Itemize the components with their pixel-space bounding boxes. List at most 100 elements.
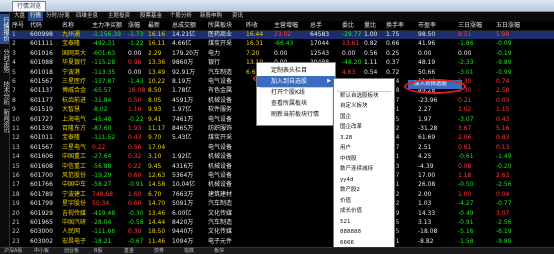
- table-cell: 16.16: [148, 31, 166, 38]
- top-tab[interactable]: 四维全息: [74, 12, 100, 21]
- bottom-tab[interactable]: 指数: [184, 248, 194, 254]
- table-cell: -1.22: [128, 40, 144, 48]
- table-row[interactable]: 14601606中国重工-27.640.323.101.92亿机械设备1.014…: [10, 153, 554, 161]
- bottom-tab[interactable]: 板块: [214, 248, 224, 254]
- top-tab[interactable]: 大盘: [12, 12, 27, 21]
- column-header[interactable]: 五日涨幅: [496, 21, 520, 30]
- table-cell: 601111: [30, 40, 53, 48]
- bottom-tab[interactable]: 债券: [154, 248, 164, 254]
- submenu-item[interactable]: 数产股2: [334, 186, 394, 195]
- table-cell: 9440万: [172, 228, 194, 236]
- table-cell: -1.43: [128, 78, 144, 85]
- top-tab[interactable]: 分时/分笔: [44, 12, 72, 21]
- table-row[interactable]: 16601700风范股份-19.290.6012.635364万电气设备0.47…: [10, 172, 554, 180]
- bottom-tab[interactable]: 基金: [124, 248, 134, 254]
- table-row[interactable]: 11601339百隆东方-87.601.9311.178465万纺织服饰1.22…: [10, 125, 554, 133]
- submenu-item[interactable]: 用户: [334, 144, 394, 153]
- top-tab[interactable]: 行情: [28, 12, 44, 21]
- sidebar-tab[interactable]: 新闻资讯: [0, 106, 9, 136]
- table-row[interactable]: 19601799星宇股份50.340.6014.705091万汽车制造0.421…: [10, 200, 554, 208]
- top-tab[interactable]: 主题投资: [106, 12, 132, 21]
- submenu-item[interactable]: 国企改革: [334, 123, 394, 132]
- context-menu-item[interactable]: 定制表头栏目: [257, 65, 335, 76]
- submenu-item-label: 国企改革: [340, 124, 363, 130]
- table-cell: 3.10: [148, 153, 162, 161]
- submenu-item[interactable]: 中线股: [334, 155, 394, 164]
- bottom-tab[interactable]: 沪深A股: [4, 248, 22, 254]
- table-cell: 14.33: [418, 209, 436, 217]
- table-cell: 0.03: [496, 96, 510, 104]
- table-cell: -1.73: [128, 31, 144, 38]
- context-menu-item[interactable]: 查看所属板块: [257, 98, 335, 109]
- submenu-item[interactable]: 自定义板块: [334, 102, 394, 111]
- submenu-item[interactable]: 国企: [334, 113, 394, 122]
- table-row[interactable]: 13601567三星电气0.220.5617.04电气设备0.572.510.6…: [10, 144, 554, 152]
- table-row[interactable]: 21601965中国汽研-28.04-0.5814.448420万汽车制造0.9…: [10, 219, 554, 227]
- table-row[interactable]: 17601766中国中车-58.27-0.9114.5810.04亿机械设备0.…: [10, 181, 554, 189]
- sidebar-tab[interactable]: 分时走势: [0, 46, 9, 76]
- context-menu-item[interactable]: 加入到自选股 ▶: [257, 76, 335, 87]
- table-cell: 汽车制造: [208, 200, 233, 208]
- table-cell: -2.33: [458, 59, 474, 67]
- submenu-item[interactable]: 成长价值: [334, 207, 394, 216]
- table-row[interactable]: 20 601929 吉视传媒 -419.48 -0.30 13.46 6.00亿 文化传媒 3.…: [10, 210, 554, 218]
- bottom-tab[interactable]: 创业板: [64, 248, 79, 254]
- column-header[interactable]: 总成交额: [172, 21, 196, 30]
- top-tab[interactable]: 资讯: [230, 12, 245, 21]
- column-header[interactable]: 昨收: [246, 21, 258, 30]
- table-cell: 8465万: [172, 125, 194, 132]
- table-row[interactable]: 18601789宁波建工748.681.606.707663万建筑建材0.222…: [10, 191, 554, 199]
- column-header[interactable]: 主营增幅: [274, 21, 298, 30]
- column-header[interactable]: 代码: [30, 21, 42, 30]
- table-cell: -31.84: [92, 96, 112, 104]
- context-menu-item[interactable]: 刷新当前板块行情: [257, 109, 335, 120]
- table-row[interactable]: 22603000人民网-111.660.3018.509440万文化传媒0.55…: [10, 228, 554, 236]
- column-header[interactable]: 名称: [62, 21, 74, 30]
- table-row[interactable]: 1 600998 九州通 -1,156.39 -1.73 16.16 14.21亿 医药商业 1…: [10, 31, 554, 39]
- table-cell: -0.61: [458, 153, 474, 161]
- bottom-tab[interactable]: B股: [94, 248, 102, 254]
- table-header: 序号 代码 名称 主力净买额 涨幅 最新 总成交额 所属板块 昨收 主营增幅 总手 委比 量比 换手率 市盈…: [10, 21, 554, 31]
- column-header[interactable]: 市盈率: [418, 21, 436, 30]
- column-header[interactable]: 序号: [12, 21, 24, 30]
- bottom-tab[interactable]: 中小板: [34, 248, 49, 254]
- window-title-tab[interactable]: 行情浏览: [12, 1, 47, 11]
- table-cell: 98.50: [418, 31, 436, 38]
- table-row[interactable]: 3 601016 国网英大 -601.63 0.00 2.29 179.20万 电力 7.20 0…: [10, 50, 554, 58]
- sidebar-tab[interactable]: 技术分析: [0, 78, 9, 108]
- table-cell: 5364万: [172, 172, 194, 179]
- table-cell: 601606: [30, 153, 53, 161]
- table-cell: 17: [12, 181, 20, 189]
- column-header[interactable]: 涨幅: [128, 21, 140, 30]
- context-menu-item-label: 加入到自选股: [271, 78, 308, 85]
- column-header[interactable]: 量比: [364, 21, 376, 30]
- table-cell: 中国汽研: [62, 219, 87, 226]
- table-row[interactable]: 12601011宝泰隆-111.520.439.705.43亿煤炭开采2.546…: [10, 134, 554, 142]
- table-row[interactable]: 15601608中信重工-56.880.229.454316万机械设备0.23-…: [10, 163, 554, 171]
- column-header[interactable]: 委比: [342, 21, 354, 30]
- table-cell: -29.77: [342, 31, 362, 38]
- table-cell: 3.13: [418, 219, 432, 226]
- submenu-item[interactable]: 3.28: [334, 134, 394, 143]
- column-header[interactable]: 主力净买额: [92, 21, 122, 30]
- submenu-item[interactable]: 888888: [334, 228, 394, 237]
- column-header[interactable]: 三日涨幅: [458, 21, 482, 30]
- context-menu-item[interactable]: 打开个股K线: [257, 87, 335, 98]
- table-cell: 18.50: [148, 228, 166, 236]
- table-cell: 电气设备: [208, 78, 233, 85]
- submenu-item[interactable]: yy4d: [334, 176, 394, 185]
- submenu-item[interactable]: 数产连续减持: [334, 165, 394, 174]
- sidebar-tab[interactable]: 行情报价: [0, 14, 9, 44]
- column-header[interactable]: 最新: [148, 21, 160, 30]
- submenu-item[interactable]: 价值: [334, 197, 394, 206]
- column-header[interactable]: 换手率: [386, 21, 404, 30]
- top-tab[interactable]: 新股申购: [198, 12, 224, 21]
- table-row[interactable]: 23603002宏昌电子-18.21-0.6711.461094万电子元件3.7…: [10, 238, 554, 246]
- top-tab[interactable]: 个股分析: [168, 12, 194, 21]
- top-tab[interactable]: 股票基金: [138, 12, 164, 21]
- submenu-item[interactable]: 521: [334, 218, 394, 227]
- table-row[interactable]: 2 601111 宝泰隆 -492.31 -1.22 16.11 4.66亿 煤炭开采 16.3…: [10, 40, 554, 48]
- column-header[interactable]: 所属板块: [208, 21, 232, 30]
- submenu-item[interactable]: 默认自选股板块: [334, 92, 394, 101]
- column-header[interactable]: 总手: [310, 21, 322, 30]
